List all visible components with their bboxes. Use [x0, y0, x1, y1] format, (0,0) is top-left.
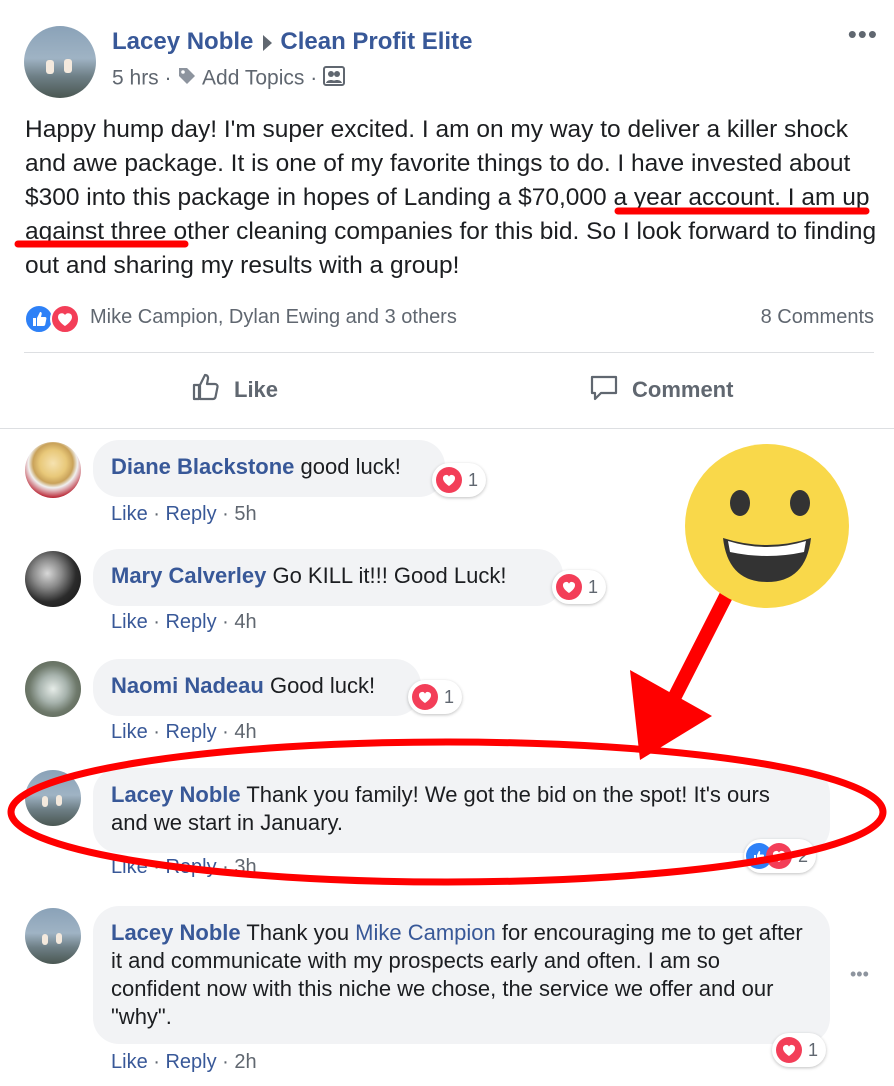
comment-text: good luck! — [300, 454, 401, 479]
tag-icon — [177, 66, 197, 92]
heart-icon — [50, 304, 80, 334]
heart-icon — [556, 574, 582, 600]
post-author-name[interactable]: Lacey Noble — [112, 28, 253, 55]
annotation-arrow — [660, 589, 733, 719]
heart-icon — [776, 1037, 802, 1063]
meta-separator: · — [164, 66, 178, 90]
post-options-button[interactable]: ••• — [848, 21, 878, 47]
commenter-avatar[interactable] — [25, 661, 81, 717]
comment-actions: Like · Reply · 2h — [111, 1051, 257, 1073]
comment-like-link[interactable]: Like — [111, 611, 148, 633]
comment-button-label: Comment — [632, 377, 734, 402]
arrow-right-icon — [263, 34, 273, 51]
add-topics-link[interactable]: Add Topics — [202, 67, 304, 90]
grinning-emoji-icon — [685, 444, 849, 608]
comment-like-link[interactable]: Like — [111, 503, 148, 525]
post-author-avatar[interactable] — [24, 26, 96, 98]
comment-time[interactable]: 3h — [234, 856, 256, 878]
comments-count-link[interactable]: 8 Comments — [761, 306, 874, 329]
post-timestamp[interactable]: 5 hrs — [112, 67, 159, 90]
comment-like-link[interactable]: Like — [111, 721, 148, 743]
comment-like-link[interactable]: Like — [111, 856, 148, 878]
reactions-names[interactable]: Mike Campion, Dylan Ewing and 3 others — [90, 306, 457, 329]
reaction-count: 2 — [798, 845, 809, 866]
reaction-count: 1 — [808, 1039, 819, 1060]
heart-icon — [412, 684, 438, 710]
reaction-badge[interactable]: 1 — [772, 1033, 827, 1067]
comment-bubble: Lacey Noble Thank you family! We got the… — [93, 768, 830, 853]
post-body-text: Happy hump day! I'm super excited. I am … — [25, 116, 877, 279]
commenter-name[interactable]: Diane Blackstone — [111, 454, 294, 479]
divider — [24, 352, 874, 353]
thumbs-up-icon — [190, 371, 222, 409]
commenter-avatar[interactable] — [25, 551, 81, 607]
commenter-name[interactable]: Mary Calverley — [111, 563, 266, 588]
post-card: Lacey Noble Clean Profit Elite 5 hrs · Ad… — [0, 0, 894, 429]
like-button[interactable]: Like — [190, 370, 278, 410]
comment-time[interactable]: 5h — [234, 503, 256, 525]
commenter-name[interactable]: Lacey Noble — [111, 920, 241, 945]
comment-bubble: Diane Blackstone good luck! — [93, 440, 445, 497]
comment-bubble: Lacey Noble Thank you Mike Campion for e… — [93, 906, 830, 1044]
reactions-summary[interactable]: Mike Campion, Dylan Ewing and 3 others 8… — [24, 302, 874, 334]
comment-text-before: Thank you — [246, 920, 356, 945]
commenter-avatar[interactable] — [25, 908, 81, 964]
commenter-avatar[interactable] — [25, 442, 81, 498]
heart-icon — [436, 467, 462, 493]
mention-link[interactable]: Mike Campion — [355, 920, 496, 945]
reaction-badge[interactable]: 1 — [408, 680, 463, 714]
comment-time[interactable]: 2h — [234, 1051, 256, 1073]
comment-reply-link[interactable]: Reply — [165, 611, 216, 633]
post-header: Lacey Noble Clean Profit Elite — [112, 28, 472, 56]
comment-actions: Like · Reply · 5h — [111, 503, 257, 525]
comment-actions: Like · Reply · 3h — [111, 856, 257, 878]
commenter-avatar[interactable] — [25, 770, 81, 826]
comment-like-link[interactable]: Like — [111, 1051, 148, 1073]
reaction-count: 1 — [444, 686, 455, 707]
heart-icon — [766, 843, 792, 869]
comment-time[interactable]: 4h — [234, 721, 256, 743]
comment-actions: Like · Reply · 4h — [111, 721, 257, 743]
comment-button[interactable]: Comment — [588, 370, 733, 410]
comment-options-button[interactable]: ••• — [850, 964, 869, 985]
reaction-badge[interactable]: 2 — [744, 839, 817, 873]
commenter-name[interactable]: Lacey Noble — [111, 782, 241, 807]
comment-reply-link[interactable]: Reply — [165, 856, 216, 878]
comment-reply-link[interactable]: Reply — [165, 1051, 216, 1073]
reaction-badge[interactable]: 1 — [552, 570, 607, 604]
group-name-link[interactable]: Clean Profit Elite — [280, 28, 472, 55]
comment-actions: Like · Reply · 4h — [111, 611, 257, 633]
commenter-name[interactable]: Naomi Nadeau — [111, 673, 264, 698]
comment-reply-link[interactable]: Reply — [165, 503, 216, 525]
comment-text: Good luck! — [269, 673, 376, 698]
comment-bubble: Mary Calverley Go KILL it!!! Good Luck! — [93, 549, 563, 606]
like-button-label: Like — [234, 377, 279, 402]
meta-separator: · — [310, 66, 324, 90]
annotation-arrowhead — [630, 670, 712, 760]
comment-bubble-icon — [588, 371, 620, 409]
comment-text: Go KILL it!!! Good Luck! — [272, 563, 507, 588]
reaction-count: 1 — [468, 469, 479, 490]
comment-time[interactable]: 4h — [234, 611, 256, 633]
post-meta: 5 hrs · Add Topics · — [112, 66, 346, 92]
reaction-badge[interactable]: 1 — [432, 463, 487, 497]
comment-reply-link[interactable]: Reply — [165, 721, 216, 743]
comment-bubble: Naomi Nadeau Good luck! — [93, 659, 421, 716]
group-members-icon — [323, 66, 346, 92]
reaction-count: 1 — [588, 576, 599, 597]
